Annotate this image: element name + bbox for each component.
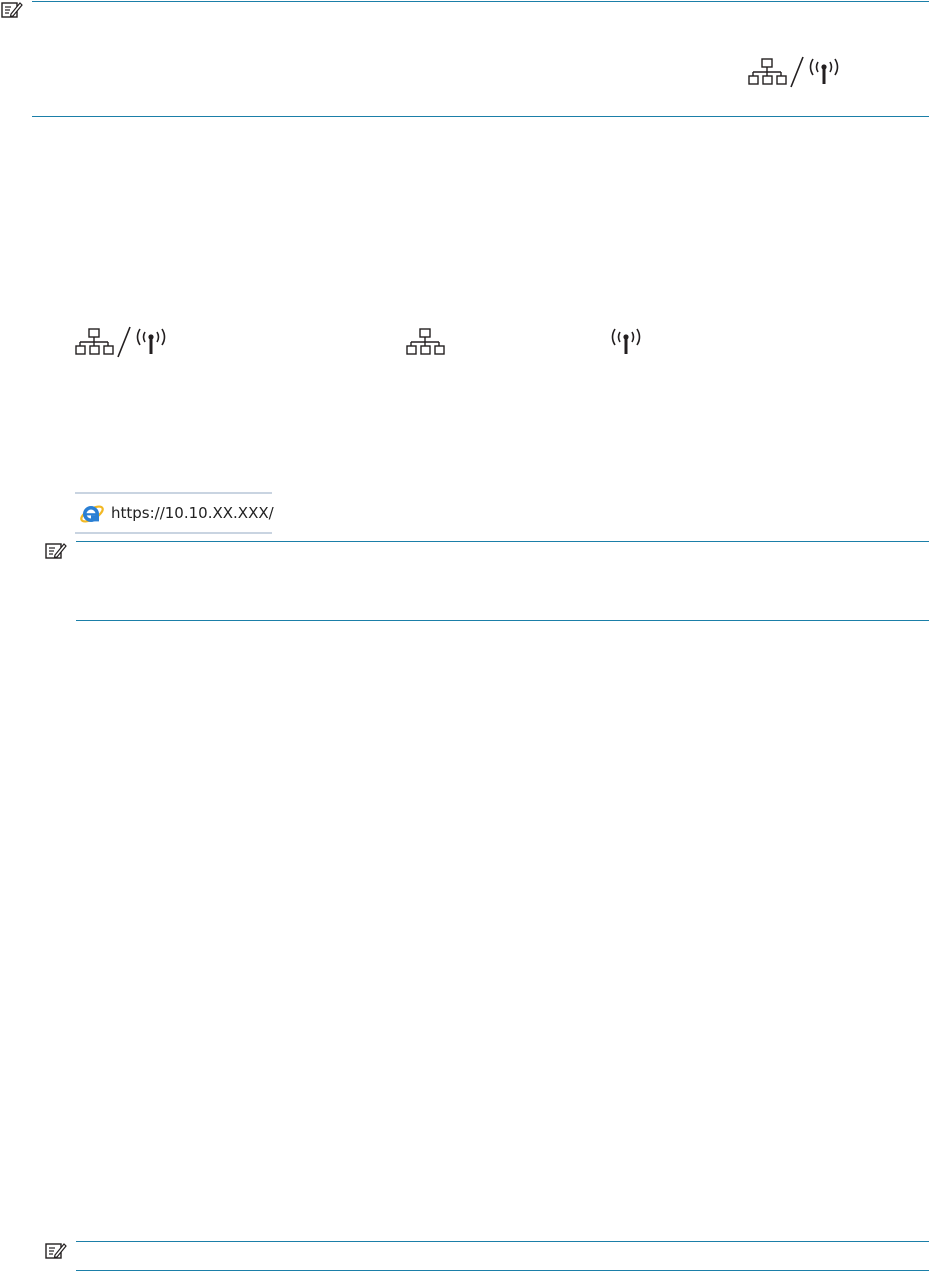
wireless-icon [611,328,641,354]
note-top-rule [76,541,929,542]
wireless-icon [136,328,166,354]
network-icon [406,328,445,355]
note-bottom-rule [76,1270,929,1271]
wireless-icon [809,58,839,84]
note-icon [45,543,67,559]
note-bottom-rule [32,116,929,117]
network-icon [75,328,114,355]
note-top-rule [32,1,929,2]
browser-address-bar[interactable]: https://10.10.XX.XXX/ [75,492,274,534]
network-icon [748,58,787,85]
note-top-rule [76,1241,929,1242]
note-bottom-rule [76,620,929,621]
slash-icon [790,56,804,88]
address-url: https://10.10.XX.XXX/ [111,504,274,522]
slash-icon [117,326,131,358]
note-icon [1,2,23,18]
internet-explorer-icon [80,505,104,523]
note-icon [45,1243,67,1259]
